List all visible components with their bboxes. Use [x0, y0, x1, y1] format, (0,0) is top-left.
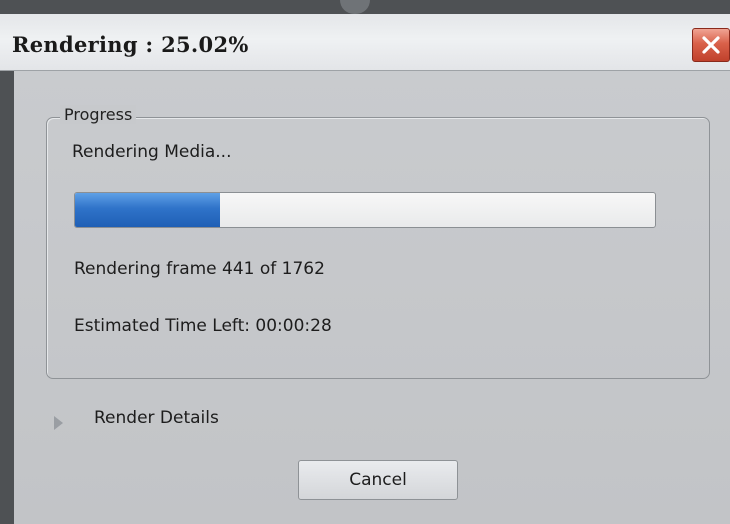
- render-details-label[interactable]: Render Details: [94, 408, 219, 428]
- window-decoration: [340, 0, 370, 14]
- triangle-right-icon[interactable]: [54, 416, 63, 430]
- render-details-toggle[interactable]: Render Details: [50, 408, 250, 438]
- cancel-button[interactable]: Cancel: [298, 460, 458, 500]
- close-button[interactable]: [692, 28, 730, 62]
- title-bar[interactable]: Rendering : 25.02%: [0, 14, 730, 71]
- progress-bar-fill: [75, 193, 220, 227]
- frame-counter: Rendering frame 441 of 1762: [74, 259, 325, 279]
- close-icon: [702, 36, 720, 54]
- progress-bar: [74, 192, 656, 228]
- render-status: Rendering Media...: [72, 142, 232, 162]
- progress-group-legend: Progress: [60, 105, 137, 124]
- render-dialog: Rendering : 25.02% Progress Rendering Me…: [0, 0, 730, 524]
- time-left: Estimated Time Left: 00:00:28: [74, 316, 332, 336]
- window-title: Rendering : 25.02%: [12, 32, 249, 57]
